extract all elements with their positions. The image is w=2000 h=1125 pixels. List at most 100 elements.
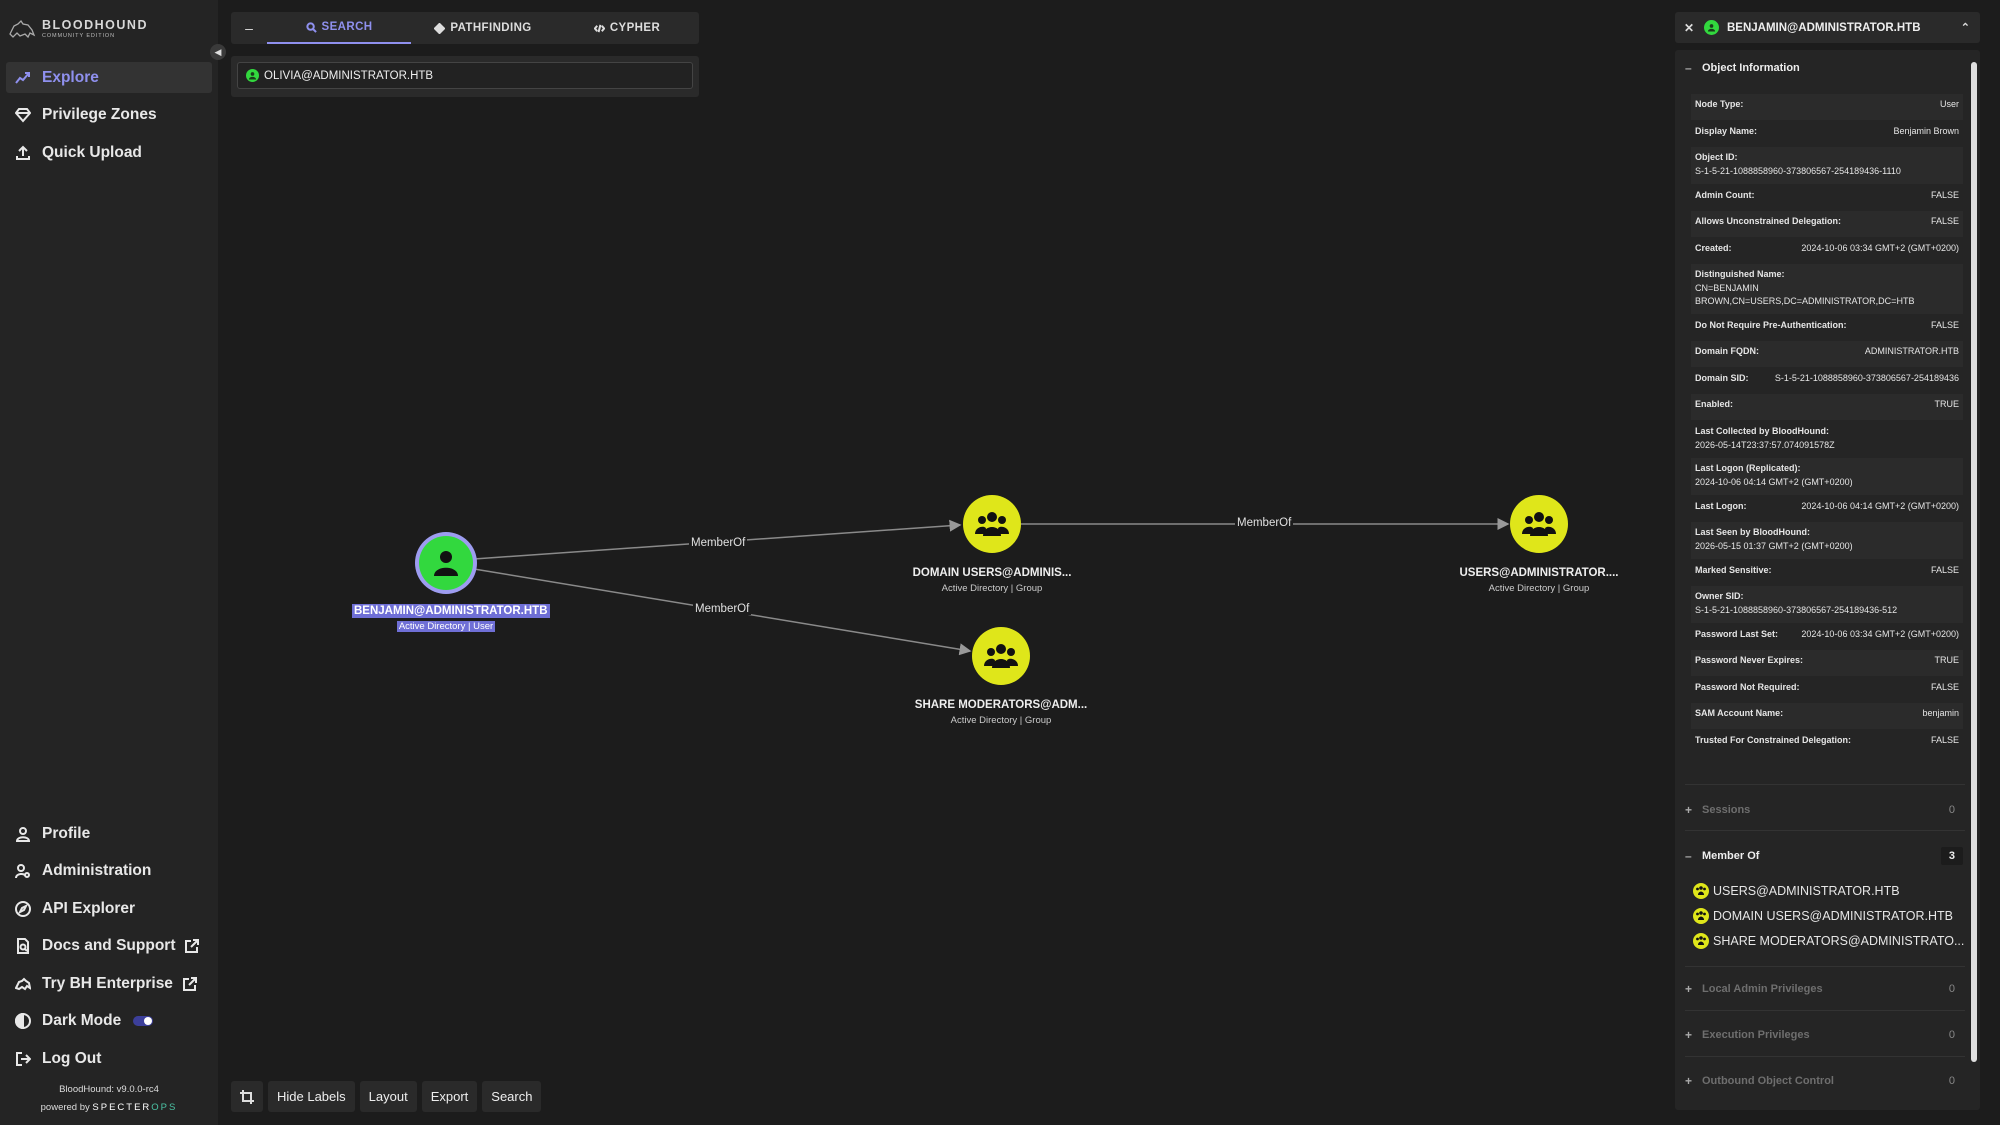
code-icon <box>593 24 605 32</box>
property-row: Distinguished Name: CN=BENJAMIN BROWN,CN=… <box>1691 264 1963 314</box>
property-key: Password Last Set: <box>1695 628 1779 639</box>
section-execution[interactable]: + Execution Privileges 0 <box>1685 1023 1965 1047</box>
nav-docs-support-label: Docs and Support <box>42 937 176 954</box>
nav-profile[interactable]: Profile <box>6 818 212 849</box>
property-key: Display Name: <box>1695 125 1758 136</box>
section-member-of-label: Member Of <box>1702 850 1760 862</box>
property-key: Last Seen by BloodHound: <box>1695 527 1811 537</box>
group-icon <box>975 512 1009 536</box>
nav-docs-support[interactable]: Docs and Support <box>6 931 212 962</box>
property-key: Allows Unconstrained Delegation: <box>1695 216 1842 226</box>
crop-button[interactable] <box>231 1081 263 1112</box>
nav-top: Explore Privilege Zones Quick Upload <box>6 62 212 175</box>
property-value: User <box>1939 99 1959 109</box>
nav-log-out[interactable]: Log Out <box>6 1043 212 1074</box>
scrollbar-thumb[interactable] <box>1971 62 1977 1062</box>
property-value: 2024-10-06 04:14 GMT+2 (GMT+0200) <box>1801 500 1959 511</box>
property-value: S-1-5-21-1088858960-373806567-254189436 <box>1774 372 1959 383</box>
member-of-item-label: SHARE MODERATORS@ADMINISTRATO... <box>1713 934 1965 948</box>
property-value: 2024-10-06 04:14 GMT+2 (GMT+0200) <box>1695 477 1853 487</box>
group-icon <box>1693 908 1709 924</box>
node-users[interactable] <box>1510 495 1568 553</box>
section-object-information-label: Object Information <box>1702 62 1800 74</box>
nav-api-explorer[interactable]: API Explorer <box>6 893 212 924</box>
user-icon <box>246 69 259 82</box>
member-of-item[interactable]: SHARE MODERATORS@ADMINISTRATO... <box>1693 933 1964 949</box>
edge-label[interactable]: MemberOf <box>693 603 752 615</box>
member-of-item[interactable]: USERS@ADMINISTRATOR.HTB <box>1693 883 1900 899</box>
search-graph-button[interactable]: Search <box>482 1081 542 1112</box>
group-icon <box>1693 883 1709 899</box>
property-key: Last Collected by BloodHound: <box>1695 425 1829 436</box>
member-of-item[interactable]: DOMAIN USERS@ADMINISTRATOR.HTB <box>1693 908 1953 924</box>
property-key: Admin Count: <box>1695 189 1755 200</box>
search-input[interactable]: OLIVIA@ADMINISTRATOR.HTB <box>237 62 693 89</box>
tab-pathfinding[interactable]: PATHFINDING <box>411 12 555 44</box>
member-of-item-label: DOMAIN USERS@ADMINISTRATOR.HTB <box>1713 909 1954 923</box>
upload-icon <box>14 144 32 162</box>
section-object-information[interactable]: – Object Information <box>1685 56 1965 80</box>
node-domain-users[interactable] <box>963 495 1021 553</box>
nav-explore[interactable]: Explore <box>6 62 212 93</box>
execution-count: 0 <box>1948 1029 1955 1041</box>
node-share-moderators[interactable] <box>972 627 1030 685</box>
panel-scrollbar[interactable] <box>1970 52 1978 1108</box>
tab-cypher[interactable]: CYPHER <box>555 12 699 44</box>
explore-tabs: – SEARCH PATHFINDING CYPHER <box>231 12 699 44</box>
close-icon[interactable]: ✕ <box>1678 21 1700 35</box>
export-button[interactable]: Export <box>421 1081 478 1112</box>
contrast-icon <box>14 1012 32 1030</box>
member-of-item-label: USERS@ADMINISTRATOR.HTB <box>1713 884 1900 898</box>
logo-subtitle: COMMUNITY EDITION <box>42 32 115 39</box>
hide-labels-button[interactable]: Hide Labels <box>268 1081 355 1112</box>
minimize-search-button[interactable]: – <box>231 20 267 36</box>
property-row: Allows Unconstrained Delegation: FALSE <box>1691 211 1963 237</box>
external-link-icon <box>183 937 201 955</box>
crop-icon <box>240 1089 254 1104</box>
nav-privilege-zones[interactable]: Privilege Zones <box>6 100 212 131</box>
property-row: Domain FQDN: ADMINISTRATOR.HTB <box>1691 341 1963 367</box>
section-execution-label: Execution Privileges <box>1702 1029 1810 1041</box>
property-row: Last Collected by BloodHound: 2026-05-14T… <box>1691 421 1963 458</box>
section-sessions-label: Sessions <box>1702 804 1751 816</box>
tab-cypher-label: CYPHER <box>609 22 661 34</box>
group-icon <box>1693 933 1709 949</box>
property-row: Node Type: User <box>1691 94 1963 120</box>
property-value: 2024-10-06 03:34 GMT+2 (GMT+0200) <box>1801 628 1959 639</box>
property-row: Trusted For Constrained Delegation: FALSE <box>1691 730 1963 756</box>
property-value: FALSE <box>1930 564 1959 575</box>
nav-dark-mode[interactable]: Dark Mode <box>6 1006 212 1037</box>
tab-search[interactable]: SEARCH <box>267 12 411 44</box>
bloodhound-logo[interactable]: BLOODHOUND COMMUNITY EDITION <box>8 18 148 40</box>
node-share-moderators-title: SHARE MODERATORS@ADM... <box>914 699 1088 711</box>
nav-quick-upload[interactable]: Quick Upload <box>6 137 212 168</box>
nav-try-enterprise[interactable]: Try BH Enterprise <box>6 968 212 999</box>
property-key: Created: <box>1695 242 1732 253</box>
search-icon <box>305 21 317 33</box>
collapse-panel-icon[interactable]: ⌃ <box>1961 21 1970 34</box>
outbound-count: 0 <box>1948 1075 1955 1087</box>
powered-by-label: powered by <box>40 1102 90 1113</box>
property-value: 2026-05-14T23:37:57.074091578Z <box>1695 439 1835 450</box>
brand-a: SPECTER <box>92 1102 152 1113</box>
section-outbound-label: Outbound Object Control <box>1702 1075 1834 1087</box>
collapse-sidebar-button[interactable]: ◀ <box>210 44 226 60</box>
property-row: Domain SID: S-1-5-21-1088858960-373806567… <box>1691 368 1963 394</box>
edge-label[interactable]: MemberOf <box>1235 517 1294 529</box>
edge-label[interactable]: MemberOf <box>689 537 748 549</box>
nav-privilege-zones-label: Privilege Zones <box>42 106 157 123</box>
property-row: Display Name: Benjamin Brown <box>1691 121 1963 147</box>
tab-pathfinding-label: PATHFINDING <box>450 22 532 34</box>
section-member-of[interactable]: – Member Of 3 <box>1685 844 1965 868</box>
dark-mode-toggle[interactable] <box>133 1016 154 1026</box>
layout-button[interactable]: Layout <box>359 1081 417 1112</box>
nav-administration[interactable]: Administration <box>6 856 212 887</box>
node-benjamin[interactable] <box>415 532 477 594</box>
logout-icon <box>14 1050 32 1068</box>
section-sessions[interactable]: + Sessions 0 <box>1685 798 1965 822</box>
section-local-admin[interactable]: + Local Admin Privileges 0 <box>1685 977 1965 1001</box>
property-row: Password Never Expires: TRUE <box>1691 650 1963 676</box>
property-key: Password Not Required: <box>1695 681 1800 692</box>
section-outbound-control[interactable]: + Outbound Object Control 0 <box>1685 1069 1965 1093</box>
property-value: TRUE <box>1934 655 1960 665</box>
